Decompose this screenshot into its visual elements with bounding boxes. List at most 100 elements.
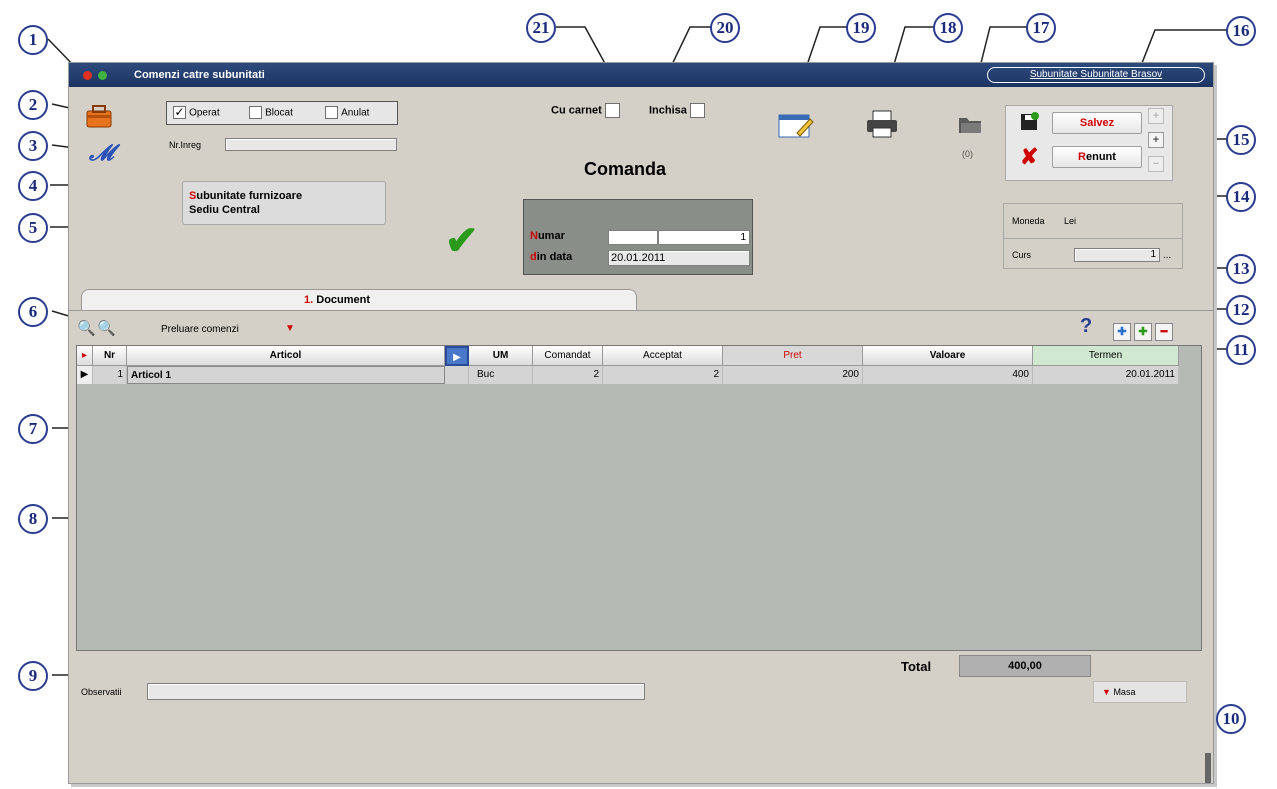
rate-label: Curs	[1012, 250, 1032, 260]
callout-20: 20	[710, 13, 740, 43]
header-comandat[interactable]: Comandat	[533, 346, 603, 366]
print-icon[interactable]	[865, 109, 899, 139]
callout-7: 7	[18, 414, 48, 444]
cell-comandat[interactable]: 2	[533, 366, 603, 384]
cell-um[interactable]: Buc	[469, 366, 533, 384]
insert-row-button[interactable]: ✚	[1113, 323, 1131, 341]
inchisa-checkbox[interactable]: Inchisa	[649, 103, 705, 118]
save-cancel-panel: Salvez ✘ Renunt + + −	[1005, 105, 1173, 181]
numar-field[interactable]: 1	[658, 230, 750, 245]
preluare-dropdown-icon[interactable]: ▼	[285, 323, 295, 334]
cell-pret[interactable]: 200	[723, 366, 863, 384]
window-title: Comenzi catre subunitati	[134, 69, 265, 81]
row-selector-icon[interactable]: ▶	[77, 366, 93, 384]
supplier-panel[interactable]: Subunitate furnizoare Sediu Central	[182, 181, 386, 225]
search-icon[interactable]: 🔍	[77, 319, 96, 337]
rate-field[interactable]: 1	[1074, 248, 1160, 262]
masa-dropdown[interactable]: ▼ Masa	[1093, 681, 1187, 703]
callout-18: 18	[933, 13, 963, 43]
cancel-x-icon: ✘	[1020, 144, 1039, 169]
tab-document[interactable]: 1. Document	[81, 289, 637, 311]
total-label: Total	[901, 659, 932, 674]
main-window: Comenzi catre subunitati Subunitate Subu…	[68, 62, 1214, 784]
header-nr[interactable]: Nr	[93, 346, 127, 366]
callout-1: 1	[18, 25, 48, 55]
callout-17: 17	[1026, 13, 1056, 43]
callout-4: 4	[18, 171, 48, 201]
cell-valoare[interactable]: 400	[863, 366, 1033, 384]
attachments-count: (0)	[962, 149, 973, 159]
numar-label: umar	[537, 230, 565, 242]
anulat-checkbox[interactable]: Anulat	[325, 106, 369, 119]
callout-9: 9	[18, 661, 48, 691]
callout-5: 5	[18, 213, 48, 243]
currency-label: Moneda	[1012, 216, 1045, 226]
data-label: in data	[536, 251, 573, 263]
add-plus-button[interactable]: +	[1148, 132, 1164, 148]
validated-check-icon: ✔	[445, 219, 479, 263]
cancel-button[interactable]: Renunt	[1052, 146, 1142, 168]
header-valoare[interactable]: Valoare	[863, 346, 1033, 366]
toolbox-icon[interactable]	[85, 103, 113, 129]
currency-panel: Moneda Lei Curs 1 ...	[1003, 203, 1183, 269]
blocat-checkbox[interactable]: Blocat	[249, 106, 293, 119]
supplier-value: Sediu Central	[189, 204, 260, 216]
page-title: Comanda	[584, 159, 667, 179]
resize-grip[interactable]	[1205, 753, 1211, 783]
document-number-panel: Numar 1 din data 20.01.2011	[523, 199, 753, 275]
header-termen[interactable]: Termen	[1033, 346, 1179, 366]
cell-termen[interactable]: 20.01.2011	[1033, 366, 1179, 384]
supplier-label: ubunitate furnizoare	[196, 190, 303, 202]
header-articol[interactable]: Articol	[127, 346, 445, 366]
callout-13: 13	[1226, 254, 1256, 284]
cu-carnet-checkbox[interactable]: Cu carnet	[551, 103, 620, 118]
numar-prefix-field[interactable]	[608, 230, 658, 245]
delete-row-button[interactable]: ━	[1155, 323, 1173, 341]
observatii-label: Observatii	[81, 687, 122, 697]
operat-checkbox[interactable]: ✓ Operat	[173, 106, 220, 119]
observatii-field[interactable]	[147, 683, 645, 700]
callout-19: 19	[846, 13, 876, 43]
currency-value[interactable]: Lei	[1064, 216, 1076, 226]
expand-columns-button[interactable]: ▶	[445, 346, 469, 366]
scroll-up-plus-disabled[interactable]: +	[1148, 108, 1164, 124]
callout-14: 14	[1226, 182, 1256, 212]
cell-articol[interactable]: Articol 1	[127, 366, 445, 384]
add-row-button[interactable]: ✚	[1134, 323, 1152, 341]
remove-minus-disabled[interactable]: −	[1148, 156, 1164, 172]
header-um[interactable]: UM	[469, 346, 533, 366]
nr-inreg-label: Nr.Inreg	[169, 140, 202, 150]
callout-6: 6	[18, 297, 48, 327]
callout-16: 16	[1226, 16, 1256, 46]
callout-21: 21	[526, 13, 556, 43]
maximize-dot-icon[interactable]	[98, 71, 107, 80]
cell-acceptat[interactable]: 2	[603, 366, 723, 384]
help-icon[interactable]: ?	[1080, 315, 1092, 338]
data-field[interactable]: 20.01.2011	[608, 250, 750, 266]
callout-15: 15	[1226, 125, 1256, 155]
subunit-link[interactable]: Subunitate Subunitate Brasov	[987, 67, 1205, 83]
cell-spacer	[445, 366, 469, 384]
title-bar: Comenzi catre subunitati Subunitate Subu…	[69, 63, 1213, 87]
preluare-comenzi-label[interactable]: Preluare comenzi	[161, 324, 239, 335]
callout-8: 8	[18, 504, 48, 534]
articles-grid[interactable]: ▸ Nr Articol ▶ UM Comandat Acceptat Pret…	[76, 345, 1202, 651]
header-acceptat[interactable]: Acceptat	[603, 346, 723, 366]
cell-nr[interactable]: 1	[93, 366, 127, 384]
save-button[interactable]: Salvez	[1052, 112, 1142, 134]
close-dot-icon[interactable]	[83, 71, 92, 80]
callout-3: 3	[18, 131, 48, 161]
callout-12: 12	[1226, 295, 1256, 325]
nr-inreg-field[interactable]	[225, 138, 397, 151]
edit-form-icon[interactable]	[777, 111, 815, 141]
callout-11: 11	[1226, 335, 1256, 365]
attachments-folder-icon[interactable]	[957, 113, 983, 135]
callout-2: 2	[18, 90, 48, 120]
rate-ellipsis-button[interactable]: ...	[1163, 250, 1171, 261]
advanced-search-icon[interactable]: 🔍	[97, 319, 116, 337]
save-disk-icon	[1020, 112, 1040, 132]
grid-corner-icon: ▸	[77, 346, 93, 366]
m-logo-icon[interactable]: 𝓜	[89, 142, 125, 164]
callout-10: 10	[1216, 704, 1246, 734]
header-pret[interactable]: Pret	[723, 346, 863, 366]
